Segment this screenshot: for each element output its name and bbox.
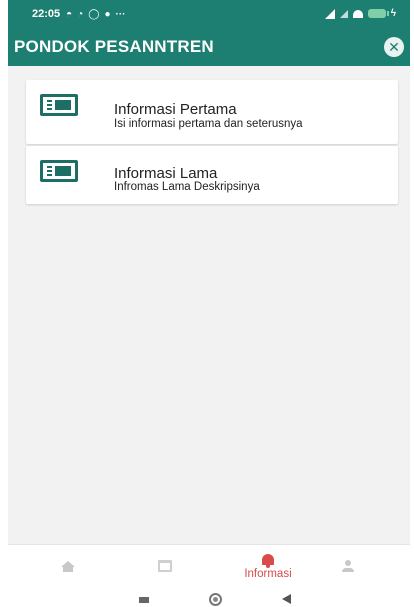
newspaper-icon	[40, 94, 78, 116]
back-button[interactable]	[282, 594, 291, 604]
app-bar: PONDOK PESANNTREN ✕	[8, 28, 410, 66]
battery-icon	[367, 9, 389, 18]
list-item-title: Informasi Lama	[114, 165, 218, 182]
system-nav-bar	[8, 586, 410, 607]
bell-icon	[262, 554, 274, 568]
more-notifications: ···	[115, 8, 126, 20]
recent-apps-button[interactable]	[139, 597, 149, 603]
list-item-description: Infromas Lama Deskripsinya	[114, 181, 260, 193]
status-bar: 22:05 ◓ ◔ ◯ ● ··· ϟ	[8, 0, 410, 28]
bottom-nav: Informasi	[8, 544, 410, 586]
signal-icon	[324, 8, 335, 19]
home-icon-base	[63, 566, 73, 572]
newspaper-icon	[40, 160, 78, 182]
nav-label-informasi: Informasi	[244, 568, 292, 580]
nav-home[interactable]	[48, 545, 88, 587]
phone-screen: 22:05 ◓ ◔ ◯ ● ··· ϟ PONDOK PESANNTREN ✕ …	[8, 0, 410, 607]
list-item[interactable]: Informasi Pertama Isi informasi pertama …	[26, 80, 398, 144]
profile-icon-body	[342, 568, 354, 572]
list-item[interactable]: Informasi Lama Infromas Lama Deskripsiny…	[26, 146, 398, 204]
list-item-title: Informasi Pertama	[114, 101, 237, 118]
nav-informasi[interactable]: Informasi	[223, 545, 313, 587]
list-item-description: Isi informasi pertama dan seterusnya	[114, 118, 303, 130]
signal-icon	[339, 9, 348, 18]
profile-icon	[345, 560, 351, 566]
notification-icon: ◔	[77, 8, 84, 20]
home-button[interactable]	[209, 593, 222, 606]
close-icon[interactable]: ✕	[384, 37, 404, 57]
status-time: 22:05	[32, 8, 61, 20]
notification-icon: ◓	[66, 8, 73, 20]
charging-icon: ϟ	[390, 8, 396, 19]
wifi-icon	[352, 9, 363, 18]
status-right: ϟ	[324, 8, 396, 19]
page-title: PONDOK PESANNTREN	[14, 37, 214, 56]
nav-calendar[interactable]	[145, 545, 185, 587]
nav-profile[interactable]	[328, 545, 368, 587]
home-icon	[61, 560, 75, 567]
whatsapp-icon: ◯	[88, 8, 100, 20]
calendar-icon	[158, 560, 172, 572]
facebook-icon: ●	[104, 8, 111, 20]
